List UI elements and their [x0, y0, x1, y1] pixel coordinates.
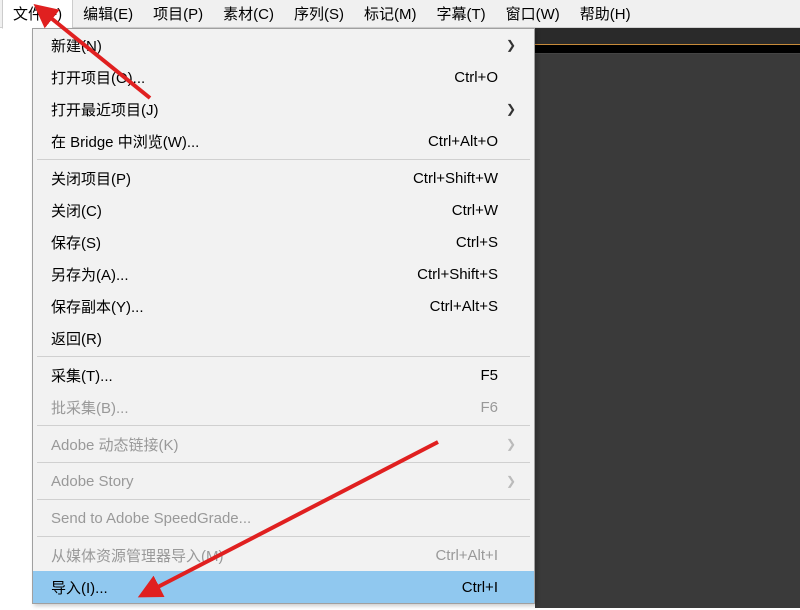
menu-item-shortcut: Ctrl+I: [364, 579, 504, 596]
submenu-arrow-icon: ❯: [504, 102, 516, 116]
menu-item-label: 批采集(B)...: [51, 397, 364, 418]
menu-item-shortcut: Ctrl+Alt+I: [364, 547, 504, 564]
menu-item: Send to Adobe SpeedGrade...: [33, 502, 534, 534]
menu-item: 批采集(B)...F6: [33, 391, 534, 423]
menu-item-shortcut: F5: [364, 367, 504, 384]
menubar-label: 序列(S): [294, 6, 344, 23]
menubar-item-help[interactable]: 帮助(H): [570, 0, 641, 28]
menu-item: Adobe Story ❯: [33, 465, 534, 497]
workspace-dark-area: [535, 28, 800, 608]
menubar: 文件(F) 编辑(E) 项目(P) 素材(C) 序列(S) 标记(M) 字幕(T…: [0, 0, 800, 28]
menubar-item-project[interactable]: 项目(P): [143, 0, 213, 28]
timeline-strip: [535, 44, 800, 54]
menu-item-label: 打开项目(O)...: [51, 67, 364, 88]
menu-item-label: 在 Bridge 中浏览(W)...: [51, 131, 364, 152]
menu-item[interactable]: 打开最近项目(J) ❯: [33, 93, 534, 125]
menu-item-label: 打开最近项目(J): [51, 99, 364, 120]
menu-item-shortcut: F6: [364, 399, 504, 416]
menu-separator: [37, 356, 530, 357]
menu-separator: [37, 462, 530, 463]
menubar-label: 字幕(T): [436, 6, 485, 23]
menu-item-label: 导入(I)...: [51, 577, 364, 598]
menu-item: Adobe 动态链接(K) ❯: [33, 428, 534, 460]
menubar-item-sequence[interactable]: 序列(S): [284, 0, 354, 28]
menubar-label: 项目(P): [153, 6, 203, 23]
menu-item-label: 保存(S): [51, 232, 364, 253]
menubar-label: 文件(F): [13, 6, 62, 23]
menu-item[interactable]: 保存副本(Y)...Ctrl+Alt+S: [33, 290, 534, 322]
menubar-label: 标记(M): [364, 6, 417, 23]
menu-item[interactable]: 新建(N) ❯: [33, 29, 534, 61]
menubar-item-edit[interactable]: 编辑(E): [73, 0, 143, 28]
menu-item[interactable]: 返回(R): [33, 322, 534, 354]
menubar-item-marker[interactable]: 标记(M): [354, 0, 427, 28]
workspace-panel: [535, 54, 800, 608]
menu-item[interactable]: 打开项目(O)...Ctrl+O: [33, 61, 534, 93]
menu-item-label: 另存为(A)...: [51, 264, 364, 285]
menu-item-label: Adobe 动态链接(K): [51, 434, 364, 455]
menu-item: 从媒体资源管理器导入(M)Ctrl+Alt+I: [33, 539, 534, 571]
menu-item[interactable]: 采集(T)...F5: [33, 359, 534, 391]
menubar-item-window[interactable]: 窗口(W): [496, 0, 570, 28]
menu-item-label: 返回(R): [51, 328, 364, 349]
menu-item-shortcut: Ctrl+Alt+O: [364, 133, 504, 150]
menu-item-shortcut: Ctrl+Shift+W: [364, 170, 504, 187]
submenu-arrow-icon: ❯: [504, 437, 516, 451]
file-menu-dropdown: 新建(N)❯打开项目(O)...Ctrl+O打开最近项目(J)❯在 Bridge…: [32, 28, 535, 604]
menubar-item-clip[interactable]: 素材(C): [213, 0, 284, 28]
menu-item[interactable]: 保存(S)Ctrl+S: [33, 226, 534, 258]
menu-separator: [37, 499, 530, 500]
menu-item-label: 从媒体资源管理器导入(M): [51, 545, 364, 566]
menubar-label: 窗口(W): [506, 6, 560, 23]
menu-item-label: 关闭项目(P): [51, 168, 364, 189]
menu-item-shortcut: Ctrl+O: [364, 69, 504, 86]
menu-item-label: 新建(N): [51, 35, 364, 56]
menu-item-label: Adobe Story: [51, 473, 364, 490]
menu-separator: [37, 159, 530, 160]
menu-item-shortcut: Ctrl+W: [364, 202, 504, 219]
menu-item-shortcut: Ctrl+Alt+S: [364, 298, 504, 315]
submenu-arrow-icon: ❯: [504, 38, 516, 52]
menu-item[interactable]: 关闭(C)Ctrl+W: [33, 194, 534, 226]
menubar-item-file[interactable]: 文件(F): [2, 0, 73, 29]
menubar-label: 帮助(H): [580, 6, 631, 23]
menu-item-label: Send to Adobe SpeedGrade...: [51, 510, 364, 527]
submenu-arrow-icon: ❯: [504, 474, 516, 488]
menu-item[interactable]: 另存为(A)...Ctrl+Shift+S: [33, 258, 534, 290]
menu-item[interactable]: 关闭项目(P)Ctrl+Shift+W: [33, 162, 534, 194]
menu-separator: [37, 425, 530, 426]
menu-item[interactable]: 在 Bridge 中浏览(W)...Ctrl+Alt+O: [33, 125, 534, 157]
menubar-label: 编辑(E): [83, 6, 133, 23]
menu-item-label: 采集(T)...: [51, 365, 364, 386]
menu-item-label: 关闭(C): [51, 200, 364, 221]
menubar-item-title[interactable]: 字幕(T): [426, 0, 495, 28]
menu-separator: [37, 536, 530, 537]
menu-item[interactable]: 导入(I)...Ctrl+I: [33, 571, 534, 603]
menu-item-shortcut: Ctrl+Shift+S: [364, 266, 504, 283]
menu-item-label: 保存副本(Y)...: [51, 296, 364, 317]
menubar-label: 素材(C): [223, 6, 274, 23]
menu-item-shortcut: Ctrl+S: [364, 234, 504, 251]
